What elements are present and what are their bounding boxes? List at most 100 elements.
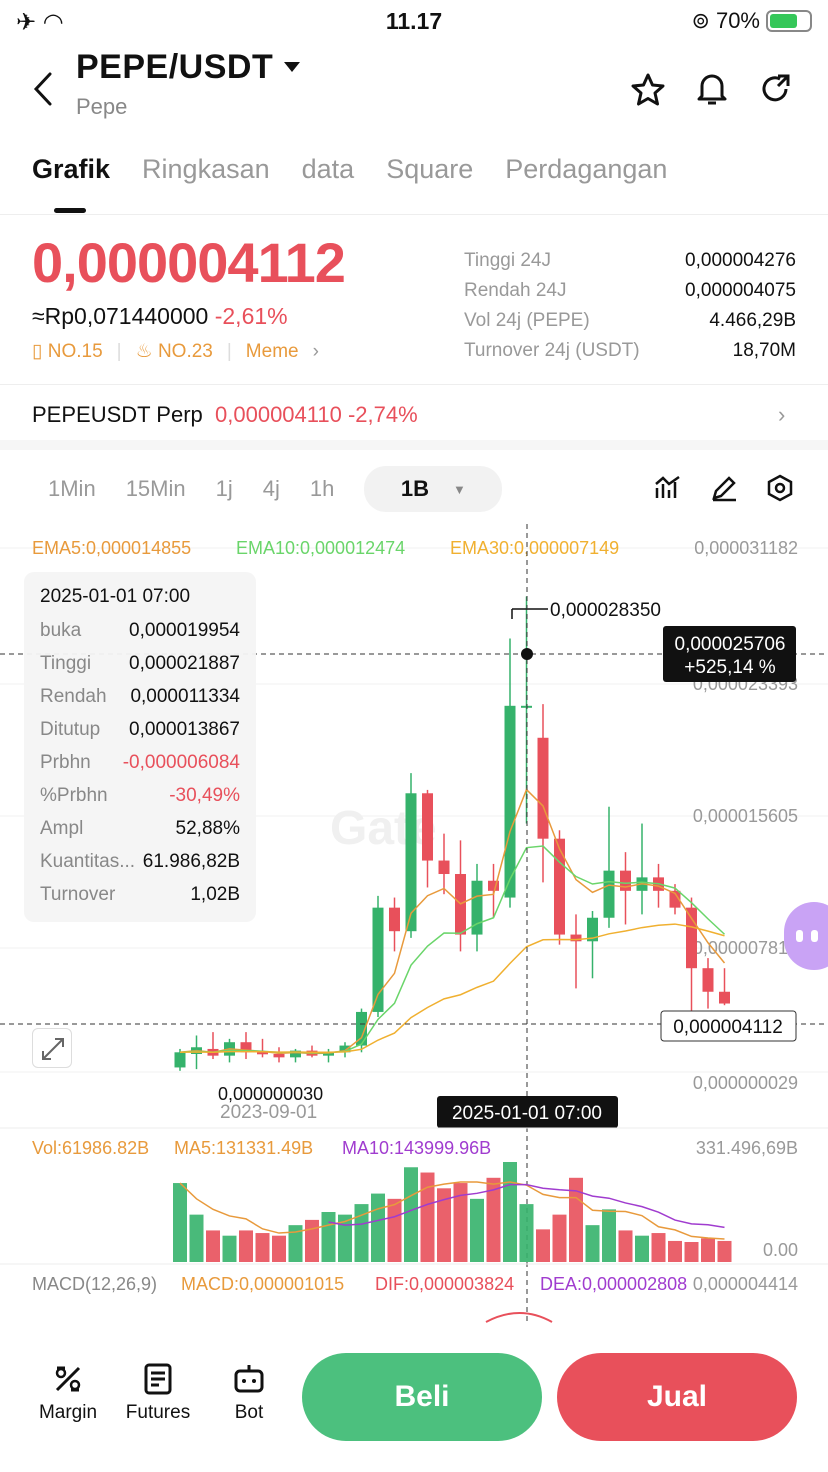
tf-1min[interactable]: 1Min <box>48 476 96 502</box>
nav-margin[interactable]: Margin <box>28 1362 108 1424</box>
volume-bar <box>206 1230 220 1262</box>
volume-bar <box>321 1212 336 1262</box>
ema10-line <box>179 845 726 1054</box>
tooltip-label: Rendah <box>40 685 107 707</box>
fullscreen-button[interactable] <box>32 1028 72 1068</box>
tooltip-label: Turnover <box>40 883 116 905</box>
stat-label: Vol 24j (PEPE) <box>464 310 590 331</box>
volume-bar <box>404 1167 418 1262</box>
rank2: ♨ NO.23 <box>136 340 213 363</box>
axis-label: 0,000007817 <box>693 938 798 958</box>
nav-futures[interactable]: Futures <box>118 1362 198 1424</box>
battery-percent: 70% <box>715 8 760 33</box>
tag-meme: Meme <box>245 340 299 362</box>
tooltip-label: Kuantitas... <box>40 850 136 872</box>
candle-body <box>438 860 450 875</box>
buy-button[interactable]: Beli <box>302 1353 542 1441</box>
settings-icon[interactable] <box>766 474 794 502</box>
tf-1h[interactable]: 1h <box>310 476 334 502</box>
tab-ringkasan[interactable]: Ringkasan <box>142 154 270 185</box>
tooltip-row: Kuantitas... 61.986,82B <box>40 845 240 878</box>
rank2-label: NO.23 <box>157 341 213 362</box>
tooltip-value: 52,88% <box>175 817 240 839</box>
stat-value: 18,70M <box>732 340 796 361</box>
high-label: 0,000028350 <box>550 600 661 621</box>
pair-dropdown-icon[interactable] <box>284 62 300 74</box>
axis-label: 0,000031182 <box>694 538 798 558</box>
bell-icon[interactable] <box>694 70 730 108</box>
tab-data[interactable]: data <box>302 154 355 185</box>
tooltip-value: 0,000019954 <box>129 619 240 641</box>
fiat-value: ≈Rp0,071440000 <box>32 303 209 329</box>
candle-body <box>620 870 631 891</box>
ema30-label: EMA30:0,000007149 <box>450 538 619 558</box>
assistant-bubble[interactable] <box>784 902 828 970</box>
bar-rank-icon: ▯ <box>32 341 43 362</box>
perp-price: 0,000004110 <box>215 402 342 427</box>
rank-row[interactable]: ▯ NO.15 | ♨ NO.23 | Meme › <box>32 340 319 363</box>
caret-down-icon: ▼ <box>452 481 466 497</box>
candle-body <box>603 870 615 918</box>
vol-ma10-label: MA10:143999.96B <box>342 1138 491 1158</box>
nav-bot[interactable]: Bot <box>209 1362 289 1424</box>
tf-4j[interactable]: 4j <box>263 476 280 502</box>
dif-value: DIF:0,000003824 <box>375 1274 514 1294</box>
dea-value: DEA:0,000002808 <box>540 1274 687 1294</box>
tf-1j[interactable]: 1j <box>216 476 233 502</box>
battery-icon <box>766 10 812 32</box>
star-icon[interactable] <box>630 72 666 108</box>
margin-icon <box>55 1366 81 1392</box>
volume-bar <box>305 1219 319 1262</box>
candle-body <box>702 968 714 992</box>
vol-label: Vol:61986.82B <box>32 1138 149 1158</box>
tf-15min[interactable]: 15Min <box>126 476 186 502</box>
expand-icon <box>42 1038 64 1060</box>
stat-low: Rendah 24J 0,000004075 <box>464 276 796 306</box>
volume-bar <box>189 1214 204 1262</box>
axis-label: 0,000015605 <box>693 806 798 826</box>
tab-square[interactable]: Square <box>386 154 473 185</box>
candle-tooltip: 2025-01-01 07:00 buka 0,000019954 Tinggi 0,… <box>24 572 256 922</box>
stat-value: 0,000004276 <box>685 250 796 271</box>
tab-grafik[interactable]: Grafik <box>32 154 110 185</box>
vol-ma5-line <box>179 1181 725 1240</box>
volume-bar <box>684 1242 699 1262</box>
stat-vol: Vol 24j (PEPE) 4.466,29B <box>464 306 796 336</box>
chevron-right-icon[interactable]: › <box>778 402 785 428</box>
tooltip-value: -30,49% <box>169 784 240 806</box>
fiat-price: ≈Rp0,071440000 -2,61% <box>32 303 288 330</box>
back-arrow-icon[interactable] <box>30 70 58 108</box>
orientation-lock-icon: ⊚ <box>691 8 710 33</box>
low-label: 0,000000030 <box>218 1084 323 1104</box>
tooltip-value: -0,000006084 <box>122 751 240 773</box>
vol-zero-label: 0.00 <box>763 1240 798 1260</box>
stats-panel: Tinggi 24J 0,000004276 Rendah 24J 0,000004… <box>464 246 796 366</box>
sell-button[interactable]: Jual <box>557 1353 797 1441</box>
tooltip-date: 2025-01-01 07:00 <box>40 586 191 607</box>
volume-bar <box>470 1198 484 1262</box>
indicator-icon[interactable] <box>654 474 682 502</box>
draw-pencil-icon[interactable] <box>710 474 738 502</box>
volume-bar <box>635 1235 649 1262</box>
volume-bar <box>222 1235 237 1262</box>
nav-futures-label: Futures <box>125 1402 191 1423</box>
assistant-eye <box>796 930 803 942</box>
share-icon[interactable] <box>758 70 794 108</box>
assistant-eye <box>811 930 818 942</box>
tf-selected[interactable]: 1B ▼ <box>364 466 503 512</box>
pair-title[interactable]: PEPE/USDT <box>76 48 273 87</box>
cross-pct: +525,14 % <box>684 657 775 678</box>
macd-title: MACD(12,26,9) <box>32 1274 157 1294</box>
stat-label: Rendah 24J <box>464 280 567 301</box>
perp-row[interactable]: PEPEUSDT Perp 0,000004110 -2,74% <box>32 402 418 428</box>
tab-perdagangan[interactable]: Perdagangan <box>505 154 667 185</box>
tf-selected-label: 1B <box>400 476 429 501</box>
tooltip-row: Tinggi 0,000021887 <box>40 647 240 680</box>
tooltip-value: 1,02B <box>190 883 240 905</box>
volume-bar <box>602 1209 616 1262</box>
rank1: ▯ NO.15 <box>32 340 103 363</box>
tooltip-row: Ditutup 0,000013867 <box>40 713 240 746</box>
battery-fill <box>770 14 797 28</box>
status-bar: ✈ ︎◠ 11.17 ⊚ 70% <box>0 0 828 44</box>
volume-bar <box>519 1204 534 1262</box>
